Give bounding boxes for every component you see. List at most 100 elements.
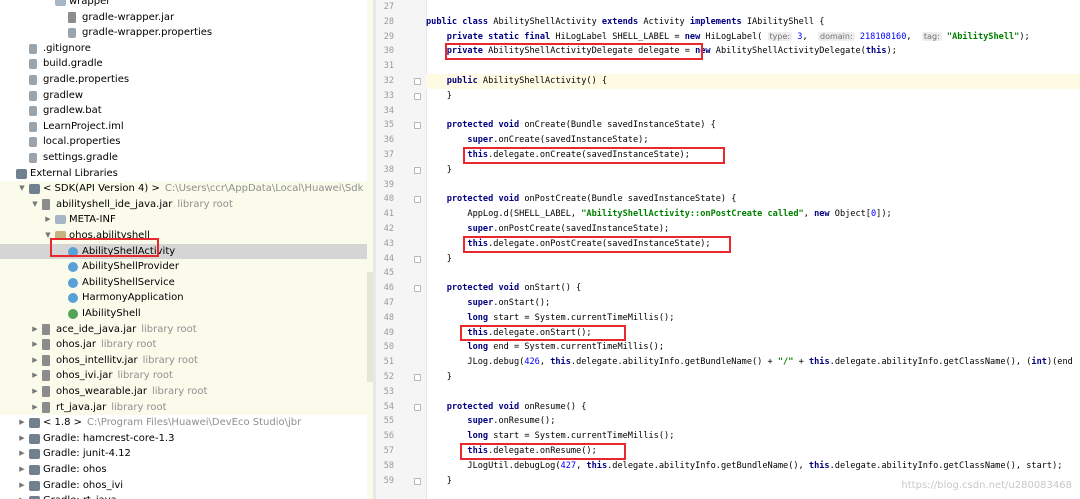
tree-row[interactable]: ▶ ohos.jar library root bbox=[0, 337, 367, 353]
file-icon bbox=[68, 28, 76, 39]
code-line[interactable]: } bbox=[426, 252, 452, 267]
file-icon bbox=[29, 121, 37, 132]
tree-row[interactable]: AbilityShellProvider bbox=[0, 259, 367, 275]
tree-row[interactable]: build.gradle bbox=[0, 56, 367, 72]
tree-row[interactable]: wrapper bbox=[0, 0, 367, 10]
tree-row[interactable]: IAbilityShell bbox=[0, 306, 367, 322]
tree-row[interactable]: AbilityShellService bbox=[0, 274, 367, 291]
chevron-right-icon[interactable]: ▶ bbox=[18, 493, 26, 499]
chevron-right-icon[interactable]: ▶ bbox=[31, 368, 39, 384]
code-token: ]); bbox=[876, 209, 892, 220]
tree-row[interactable]: LearnProject.iml bbox=[0, 119, 367, 135]
chevron-right-icon[interactable]: ▶ bbox=[18, 431, 26, 447]
chevron-right-icon[interactable]: ▶ bbox=[18, 446, 26, 462]
code-line[interactable]: JLogUtil.debugLog(427, this.delegate.abi… bbox=[426, 459, 1062, 474]
code-line[interactable]: } bbox=[426, 370, 452, 385]
code-line[interactable]: super.onStart(); bbox=[426, 296, 550, 311]
tree-row[interactable]: ▶ ohos_wearable.jar library root bbox=[0, 384, 367, 400]
annotation-highlight-box bbox=[445, 43, 703, 61]
fold-marker-icon[interactable] bbox=[414, 122, 421, 130]
code-line[interactable]: super.onPostCreate(savedInstanceState); bbox=[426, 222, 669, 237]
tree-row[interactable]: ▼ < SDK(API Version 4) > C:\Users\ccr\AppD… bbox=[0, 181, 367, 197]
tree-row[interactable]: gradlew bbox=[0, 88, 367, 104]
tree-row-label: settings.gradle bbox=[43, 150, 118, 166]
fold-marker-icon[interactable] bbox=[414, 403, 421, 411]
tree-row[interactable]: gradlew.bat bbox=[0, 103, 367, 119]
chevron-right-icon[interactable]: ▶ bbox=[18, 415, 26, 431]
tree-row[interactable]: ▶ ace_ide_java.jar library root bbox=[0, 321, 367, 338]
code-line[interactable]: private static final HiLogLabel SHELL_LA… bbox=[426, 30, 1030, 45]
tree-row-label: AbilityShellService bbox=[82, 275, 175, 291]
tree-row[interactable]: ▶ META-INF bbox=[0, 212, 367, 228]
fold-marker-icon[interactable] bbox=[414, 78, 421, 85]
tree-row[interactable]: gradle.properties bbox=[0, 72, 367, 88]
fold-marker-icon[interactable] bbox=[414, 255, 421, 263]
fold-marker-icon[interactable] bbox=[414, 166, 421, 174]
tree-row[interactable]: External Libraries bbox=[0, 166, 367, 182]
code-line[interactable]: long end = System.currentTimeMillis(); bbox=[426, 340, 664, 355]
tree-row-sublabel: library root bbox=[117, 370, 173, 382]
tree-row[interactable]: HarmonyApplication bbox=[0, 290, 367, 306]
code-line[interactable]: public class AbilityShellActivity extend… bbox=[426, 15, 824, 30]
tree-row[interactable]: ▶ < 1.8 > C:\Program Files\Huawei\DevEco S… bbox=[0, 415, 367, 431]
code-token: super bbox=[467, 416, 494, 427]
chevron-right-icon[interactable]: ▶ bbox=[18, 478, 26, 494]
code-line[interactable]: protected void onStart() { bbox=[426, 281, 582, 296]
tree-row[interactable]: gradle-wrapper.properties bbox=[0, 25, 367, 41]
code-line[interactable]: protected void onPostCreate(Bundle saved… bbox=[426, 192, 737, 207]
library-icon bbox=[29, 433, 40, 444]
line-number: 29 bbox=[383, 31, 394, 42]
chevron-down-icon[interactable]: ▼ bbox=[18, 181, 26, 197]
line-number: 31 bbox=[383, 61, 394, 72]
code-line[interactable]: long start = System.currentTimeMillis(); bbox=[426, 311, 674, 326]
fold-marker-icon[interactable] bbox=[414, 374, 421, 381]
line-number: 40 bbox=[383, 194, 394, 205]
code-token: new bbox=[814, 209, 835, 220]
code-line[interactable]: super.onResume(); bbox=[426, 414, 555, 429]
tree-row[interactable]: ▶ Gradle: junit-4.12 bbox=[0, 446, 367, 462]
file-icon bbox=[29, 137, 37, 148]
chevron-down-icon[interactable]: ▼ bbox=[31, 197, 39, 213]
tree-row-text: META-INF bbox=[69, 214, 116, 226]
tree-row[interactable]: settings.gradle bbox=[0, 150, 367, 166]
tree-row[interactable]: ▶ Gradle: ohos_ivi bbox=[0, 478, 367, 494]
tree-row-text: gradlew.bat bbox=[43, 105, 102, 117]
tree-row[interactable]: gradle-wrapper.jar bbox=[0, 10, 367, 26]
chevron-right-icon[interactable]: ▶ bbox=[18, 462, 26, 478]
code-line[interactable]: AppLog.d(SHELL_LABEL, "AbilityShellActiv… bbox=[426, 207, 892, 222]
fold-marker-icon[interactable] bbox=[414, 285, 421, 293]
chevron-right-icon[interactable]: ▶ bbox=[31, 400, 39, 416]
code-line[interactable]: } bbox=[426, 474, 452, 489]
code-line[interactable]: } bbox=[426, 163, 452, 178]
tree-row-text: local.properties bbox=[43, 136, 121, 148]
chevron-right-icon[interactable]: ▶ bbox=[31, 322, 39, 338]
tree-row[interactable]: local.properties bbox=[0, 134, 367, 150]
code-line[interactable]: protected void onCreate(Bundle savedInst… bbox=[426, 118, 716, 133]
chevron-right-icon[interactable]: ▶ bbox=[31, 384, 39, 400]
fold-marker-icon[interactable] bbox=[414, 196, 421, 204]
tree-row[interactable]: ▶ ohos_ivi.jar library root bbox=[0, 368, 367, 384]
tree-row[interactable]: ▶ ohos_intellitv.jar library root bbox=[0, 352, 367, 369]
tree-row[interactable]: ▶ rt_java.jar library root bbox=[0, 399, 367, 416]
sdk-icon bbox=[29, 184, 40, 195]
chevron-right-icon[interactable]: ▶ bbox=[44, 212, 52, 228]
tree-row[interactable]: ▶ Gradle: rt_java bbox=[0, 493, 367, 499]
code-token: protected void bbox=[446, 194, 525, 205]
tree-row[interactable]: .gitignore bbox=[0, 41, 367, 57]
project-tree-panel[interactable]: wrapper gradle-wrapper.jar gradle-wrapper.… bbox=[0, 0, 373, 499]
code-line[interactable]: long start = System.currentTimeMillis(); bbox=[426, 429, 674, 444]
tree-row[interactable]: ▼ abilityshell_ide_java.jar library root bbox=[0, 196, 367, 213]
code-token: protected void bbox=[446, 283, 525, 294]
chevron-right-icon[interactable]: ▶ bbox=[31, 353, 39, 369]
tree-row[interactable]: ▶ Gradle: hamcrest-core-1.3 bbox=[0, 431, 367, 447]
code-line[interactable]: super.onCreate(savedInstanceState); bbox=[426, 133, 648, 148]
code-line[interactable]: protected void onResume() { bbox=[426, 400, 587, 415]
code-line[interactable]: } bbox=[426, 89, 452, 104]
chevron-right-icon[interactable]: ▶ bbox=[31, 337, 39, 353]
code-editor[interactable]: public class AbilityShellActivity extend… bbox=[426, 0, 1080, 499]
code-line[interactable]: JLog.debug(426, this.delegate.abilityInf… bbox=[426, 355, 1072, 370]
code-line[interactable]: public AbilityShellActivity() { bbox=[426, 74, 1080, 89]
fold-marker-icon[interactable] bbox=[414, 92, 421, 100]
fold-marker-icon[interactable] bbox=[414, 477, 421, 485]
tree-row[interactable]: ▶ Gradle: ohos bbox=[0, 462, 367, 478]
